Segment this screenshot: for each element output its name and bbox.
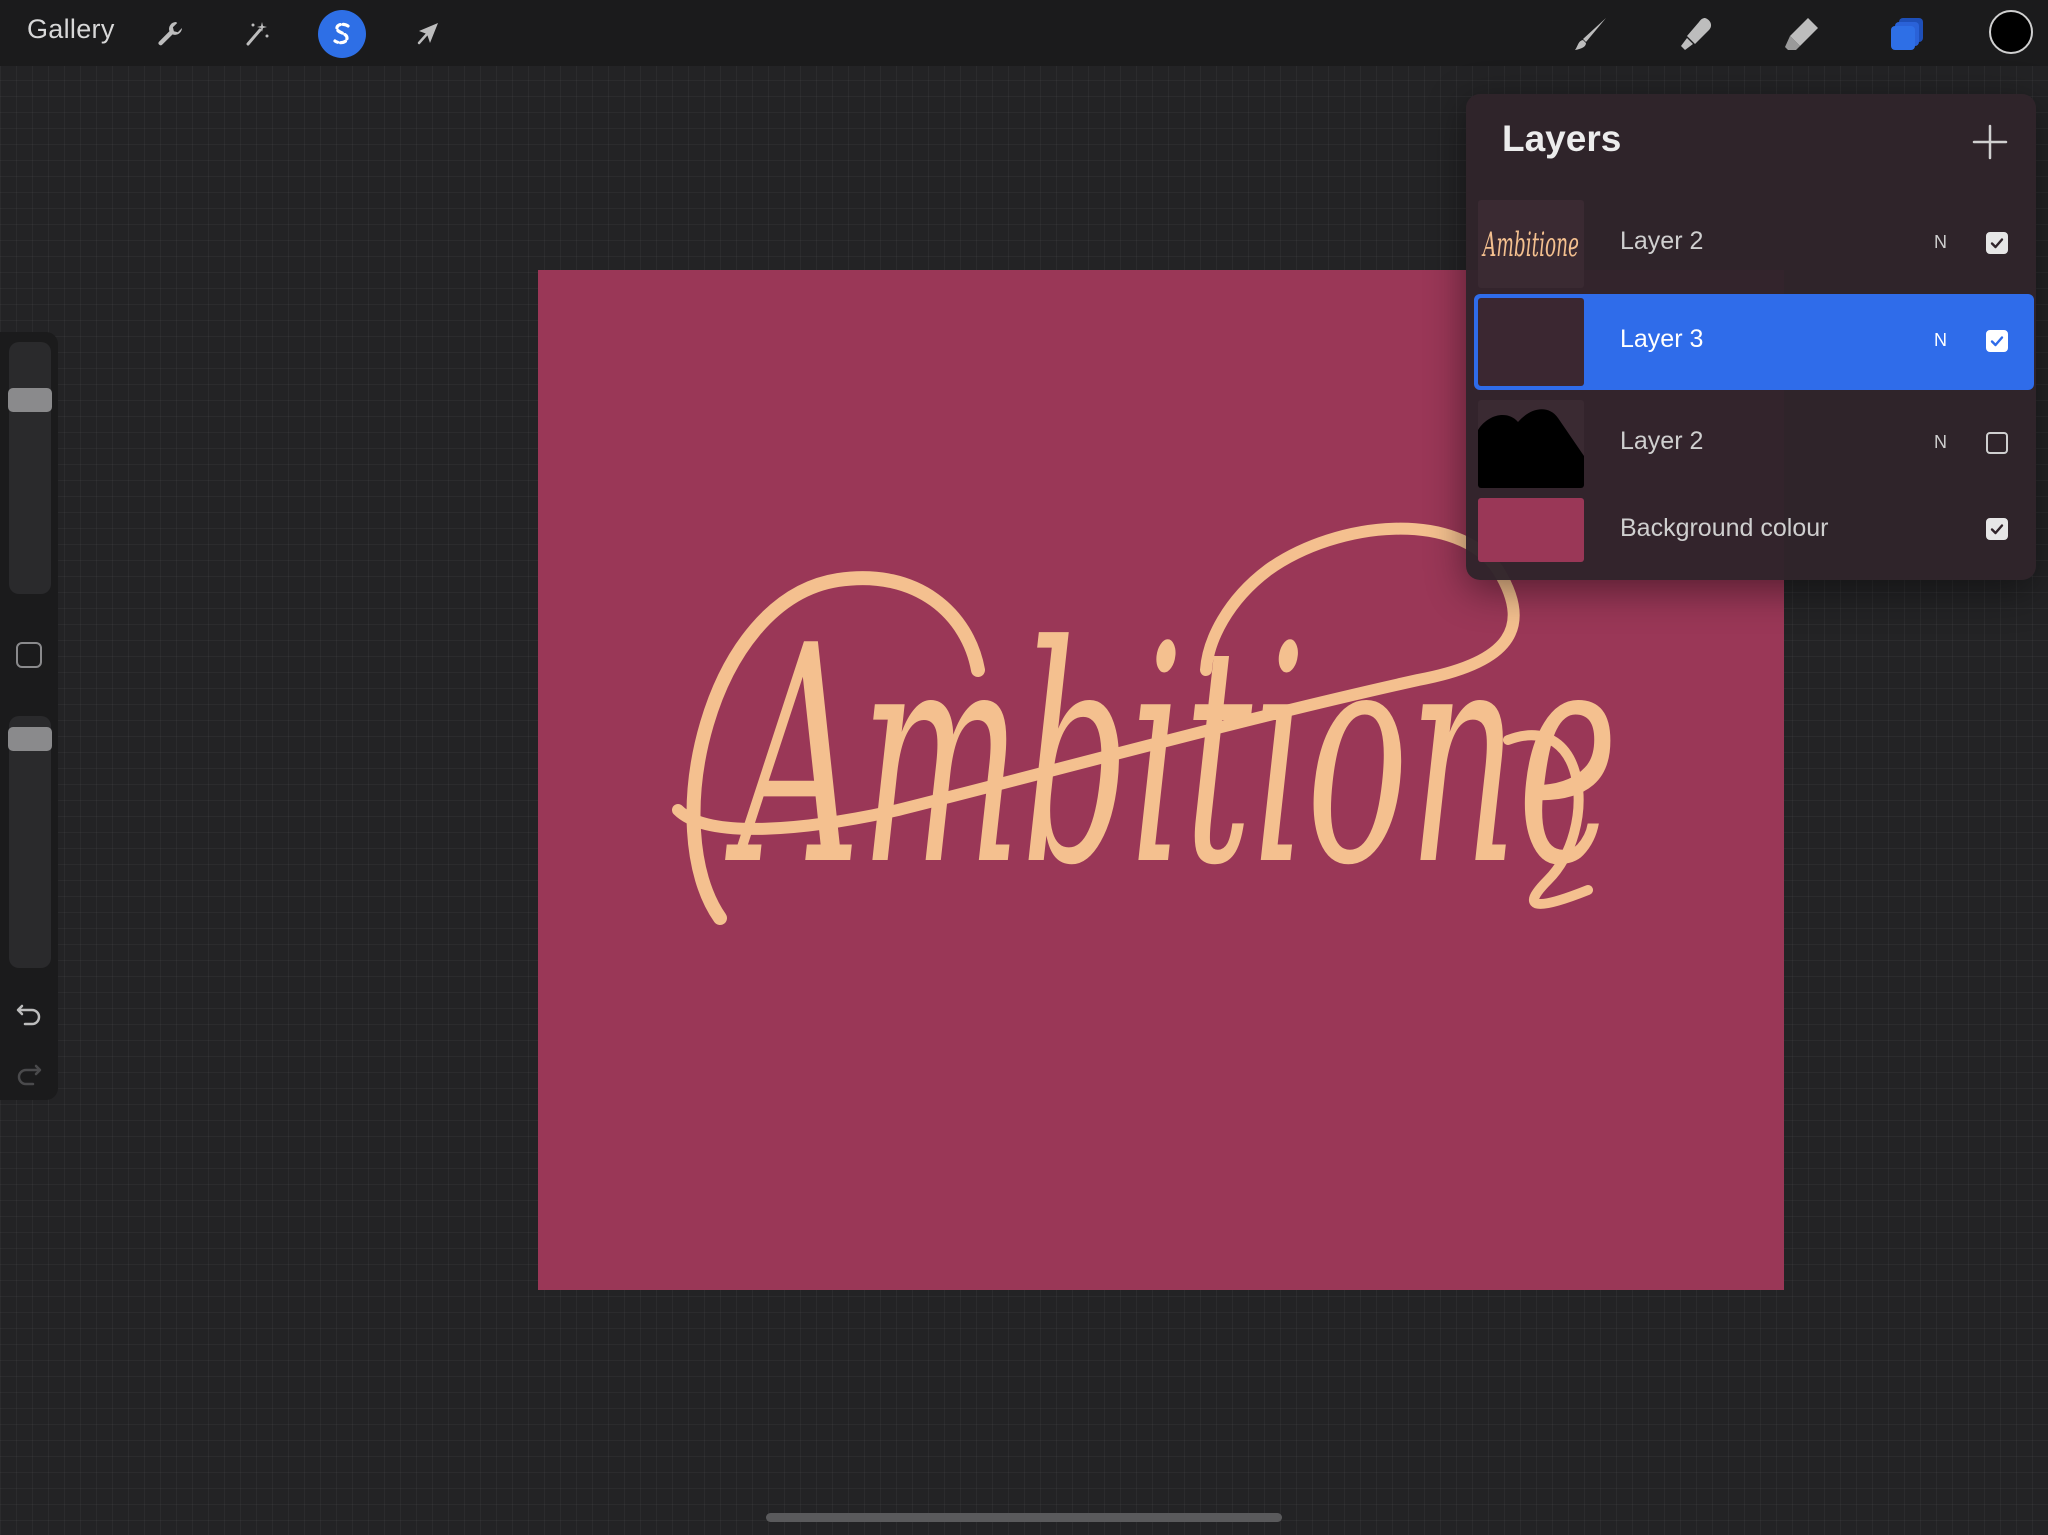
layer-thumbnail bbox=[1478, 400, 1584, 488]
plus-icon[interactable] bbox=[1970, 122, 2010, 162]
layer-visibility-checkbox[interactable] bbox=[1986, 518, 2008, 540]
layer-name: Layer 2 bbox=[1620, 427, 1704, 455]
color-picker-button[interactable] bbox=[1989, 10, 2033, 54]
selection-button[interactable] bbox=[318, 10, 366, 58]
layer-row[interactable]: Ambitione Layer 2 N bbox=[1474, 196, 2034, 292]
layer-thumbnail bbox=[1478, 498, 1584, 562]
lettering-artwork: Ambitione bbox=[725, 582, 1618, 931]
transform-button[interactable] bbox=[404, 10, 452, 58]
layer-thumbnail bbox=[1478, 298, 1584, 386]
opacity-thumb[interactable] bbox=[8, 727, 52, 752]
smudge-icon bbox=[1681, 18, 1712, 50]
layer-visibility-checkbox[interactable] bbox=[1986, 232, 2008, 254]
checkmark-icon bbox=[1990, 524, 2004, 535]
layer-row[interactable]: Layer 3 N bbox=[1474, 294, 2034, 390]
layer-name: Layer 3 bbox=[1620, 325, 1704, 353]
checkmark-icon bbox=[1990, 336, 2004, 347]
modify-button[interactable] bbox=[16, 642, 42, 668]
magic-wand-icon bbox=[246, 22, 269, 46]
paint-button[interactable] bbox=[1566, 8, 1618, 60]
redo-icon[interactable] bbox=[13, 1056, 45, 1088]
adjustments-button[interactable] bbox=[232, 10, 280, 58]
blend-mode-button[interactable]: N bbox=[1934, 232, 1947, 253]
home-indicator bbox=[766, 1513, 1282, 1522]
layers-panel: Layers Ambitione Layer 2 N Layer 3 N Lay… bbox=[1466, 94, 2036, 580]
checkmark-icon bbox=[1990, 238, 2004, 249]
wrench-icon bbox=[158, 22, 182, 46]
brush-size-slider[interactable] bbox=[9, 342, 51, 594]
brush-icon bbox=[1575, 18, 1606, 50]
arrow-cursor-icon bbox=[417, 23, 438, 45]
undo-icon[interactable] bbox=[13, 996, 45, 1028]
layers-panel-title: Layers bbox=[1502, 118, 1622, 159]
layer-row[interactable]: Background colour bbox=[1474, 494, 2034, 566]
selection-s-icon bbox=[333, 22, 350, 45]
actions-button[interactable] bbox=[146, 10, 194, 58]
thumbnail-lettering: Ambitione bbox=[1481, 225, 1579, 265]
opacity-slider[interactable] bbox=[9, 716, 51, 968]
layer-name: Layer 2 bbox=[1620, 227, 1704, 255]
layers-icon bbox=[1891, 18, 1923, 50]
smudge-button[interactable] bbox=[1671, 8, 1723, 60]
layer-visibility-checkbox[interactable] bbox=[1986, 330, 2008, 352]
layers-button[interactable] bbox=[1881, 8, 1933, 60]
blend-mode-button[interactable]: N bbox=[1934, 330, 1947, 351]
erase-button[interactable] bbox=[1776, 8, 1828, 60]
eraser-icon bbox=[1785, 18, 1818, 50]
brush-size-thumb[interactable] bbox=[8, 387, 52, 412]
blend-mode-button[interactable]: N bbox=[1934, 432, 1947, 453]
layer-row[interactable]: Layer 2 N bbox=[1474, 396, 2034, 492]
layer-thumbnail: Ambitione bbox=[1478, 200, 1584, 288]
layer-visibility-checkbox[interactable] bbox=[1986, 432, 2008, 454]
gallery-button[interactable]: Gallery bbox=[27, 14, 115, 45]
layer-name: Background colour bbox=[1620, 514, 1829, 542]
top-toolbar: Gallery bbox=[0, 0, 2048, 66]
left-sidebar bbox=[0, 332, 58, 1100]
